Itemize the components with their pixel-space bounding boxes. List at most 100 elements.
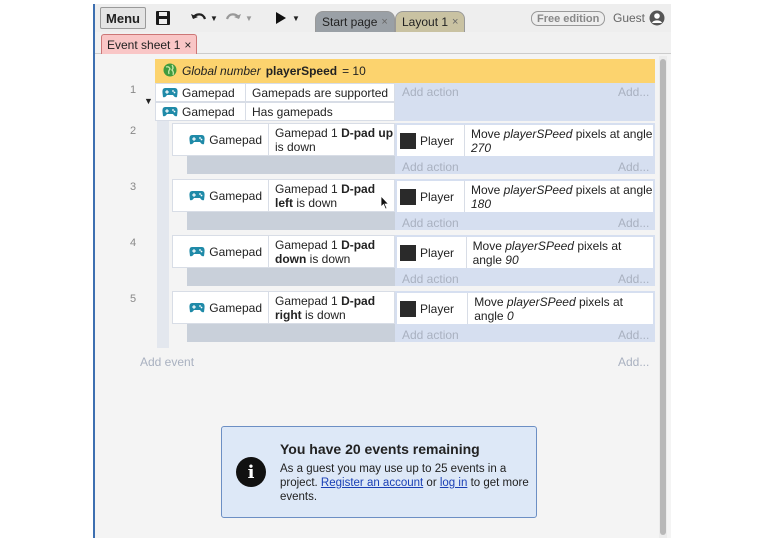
condition-row[interactable]: Gamepad Gamepad 1 D-pad right is down	[172, 291, 395, 324]
object-name: Gamepad	[209, 132, 262, 147]
condition-row[interactable]: Gamepad Gamepad 1 D-pad up is down	[172, 123, 395, 156]
condition-text: Has gamepads	[252, 104, 333, 119]
save-icon[interactable]	[151, 7, 175, 29]
condition-text: Gamepads are supported	[252, 85, 389, 100]
action-text: Move playerSPeed pixels at angle 270	[470, 126, 653, 155]
action-text: Move playerSPeed pixels at angle 0	[474, 294, 623, 323]
action-row[interactable]: Player Move playerSPeed pixels at angle …	[397, 293, 653, 324]
condition-object: Gamepad	[156, 103, 246, 120]
globe-icon	[163, 63, 177, 80]
play-icon[interactable]	[269, 7, 293, 29]
action-object: Player	[397, 125, 465, 156]
add-more-link[interactable]: Add...	[618, 160, 649, 174]
scrollbar-thumb[interactable]	[660, 59, 666, 535]
condition-row[interactable]: Gamepad Gamepad 1 D-pad down is down	[172, 235, 395, 268]
event-number: 1	[129, 84, 137, 96]
add-action-link[interactable]: Add action	[402, 160, 459, 174]
player-sprite-icon	[400, 300, 416, 317]
add-more-link[interactable]: Add...	[618, 85, 649, 99]
toolbar: Menu ▼ ▼ ▼ Start page × Layout 1 × Free …	[95, 4, 671, 32]
action-row[interactable]: Player Move playerSPeed pixels at angle …	[397, 125, 653, 156]
action-text: Move playerSPeed pixels at angle 180	[470, 182, 653, 211]
undo-dropdown-icon[interactable]: ▼	[210, 7, 218, 29]
add-more-link[interactable]: Add...	[618, 272, 649, 286]
tab-event-sheet-1[interactable]: Event sheet 1 ×	[101, 34, 198, 54]
collapse-triangle-icon[interactable]: ▼	[144, 96, 153, 106]
global-variable-value: = 10	[342, 64, 366, 78]
action-object: Player	[397, 237, 467, 268]
gamepad-icon	[189, 134, 205, 145]
close-icon[interactable]: ×	[381, 16, 387, 28]
redo-dropdown-icon[interactable]: ▼	[245, 7, 253, 29]
condition-object: Gamepad	[173, 124, 269, 155]
tab-label: Event sheet 1	[107, 37, 181, 52]
global-variable-row[interactable]: Global number playerSpeed = 10	[155, 59, 655, 83]
condition-row[interactable]: Gamepad Gamepads are supported	[155, 83, 395, 102]
object-name: Player	[420, 301, 455, 316]
condition-object: Gamepad	[173, 236, 269, 267]
notice-text: or	[426, 477, 437, 489]
gamepad-icon	[189, 190, 205, 201]
subevent-footer	[187, 212, 395, 230]
subevent-footer	[187, 324, 395, 342]
object-name: Gamepad	[182, 85, 235, 100]
add-action-link[interactable]: Add action	[402, 328, 459, 342]
condition-object: Gamepad	[156, 84, 246, 101]
add-action-link[interactable]: Add action	[402, 272, 459, 286]
gamepad-icon	[162, 106, 178, 117]
tab-layout-1[interactable]: Layout 1 ×	[395, 11, 466, 32]
add-event-link[interactable]: Add event	[140, 355, 194, 369]
condition-row[interactable]: Gamepad Gamepad 1 D-pad left is down	[172, 179, 395, 212]
play-dropdown-icon[interactable]: ▼	[292, 7, 300, 29]
object-name: Gamepad	[209, 244, 262, 259]
action-row[interactable]: Player Move playerSPeed pixels at angle …	[397, 237, 653, 268]
info-icon: i	[236, 457, 266, 487]
condition-object: Gamepad	[173, 180, 269, 211]
object-name: Gamepad	[182, 104, 235, 119]
event-number: 4	[129, 237, 137, 249]
event-number: 2	[129, 125, 137, 137]
subevent-indent	[157, 121, 169, 348]
menu-button[interactable]: Menu	[100, 7, 146, 29]
condition-text: Gamepad 1 D-pad left is down	[275, 181, 376, 210]
condition-text: Gamepad 1 D-pad right is down	[275, 293, 376, 322]
user-name[interactable]: Guest	[613, 11, 645, 25]
notice-body: As a guest you may use up to 25 events i…	[280, 462, 530, 504]
condition-text: Gamepad 1 D-pad up is down	[275, 125, 394, 154]
login-link[interactable]: log in	[440, 477, 468, 489]
action-object: Player	[397, 181, 465, 212]
add-action-link[interactable]: Add action	[402, 216, 459, 230]
subevent-footer	[187, 156, 395, 174]
document-tab-bar: Event sheet 1 ×	[95, 32, 671, 54]
register-link[interactable]: Register an account	[321, 477, 423, 489]
undo-icon[interactable]	[187, 7, 211, 29]
add-more-link[interactable]: Add...	[618, 328, 649, 342]
tab-label: Start page	[322, 15, 378, 29]
gamepad-icon	[189, 302, 205, 313]
condition-object: Gamepad	[173, 292, 269, 323]
gamepad-icon	[162, 87, 178, 98]
add-action-link[interactable]: Add action	[402, 85, 459, 99]
redo-icon[interactable]	[221, 7, 245, 29]
player-sprite-icon	[400, 188, 416, 205]
subevent-footer	[187, 268, 395, 286]
object-name: Gamepad	[209, 188, 262, 203]
add-more-link[interactable]: Add...	[618, 355, 649, 369]
tab-start-page[interactable]: Start page ×	[315, 11, 395, 32]
action-text: Move playerSPeed pixels at angle 90	[472, 238, 622, 267]
close-icon[interactable]: ×	[184, 38, 191, 52]
user-avatar-icon[interactable]	[649, 10, 665, 29]
global-variable-type: Global number	[182, 64, 261, 78]
condition-text: Gamepad 1 D-pad down is down	[275, 237, 376, 266]
free-edition-badge[interactable]: Free edition	[531, 11, 606, 26]
object-name: Player	[420, 133, 455, 148]
condition-row[interactable]: Gamepad Has gamepads	[155, 102, 395, 121]
add-more-link[interactable]: Add...	[618, 216, 649, 230]
object-name: Player	[420, 189, 455, 204]
player-sprite-icon	[400, 244, 416, 261]
action-row[interactable]: Player Move playerSPeed pixels at angle …	[397, 181, 653, 212]
object-name: Player	[420, 245, 455, 260]
global-variable-name: playerSpeed	[265, 64, 338, 78]
close-icon[interactable]: ×	[452, 16, 458, 28]
event-number: 5	[129, 293, 137, 305]
